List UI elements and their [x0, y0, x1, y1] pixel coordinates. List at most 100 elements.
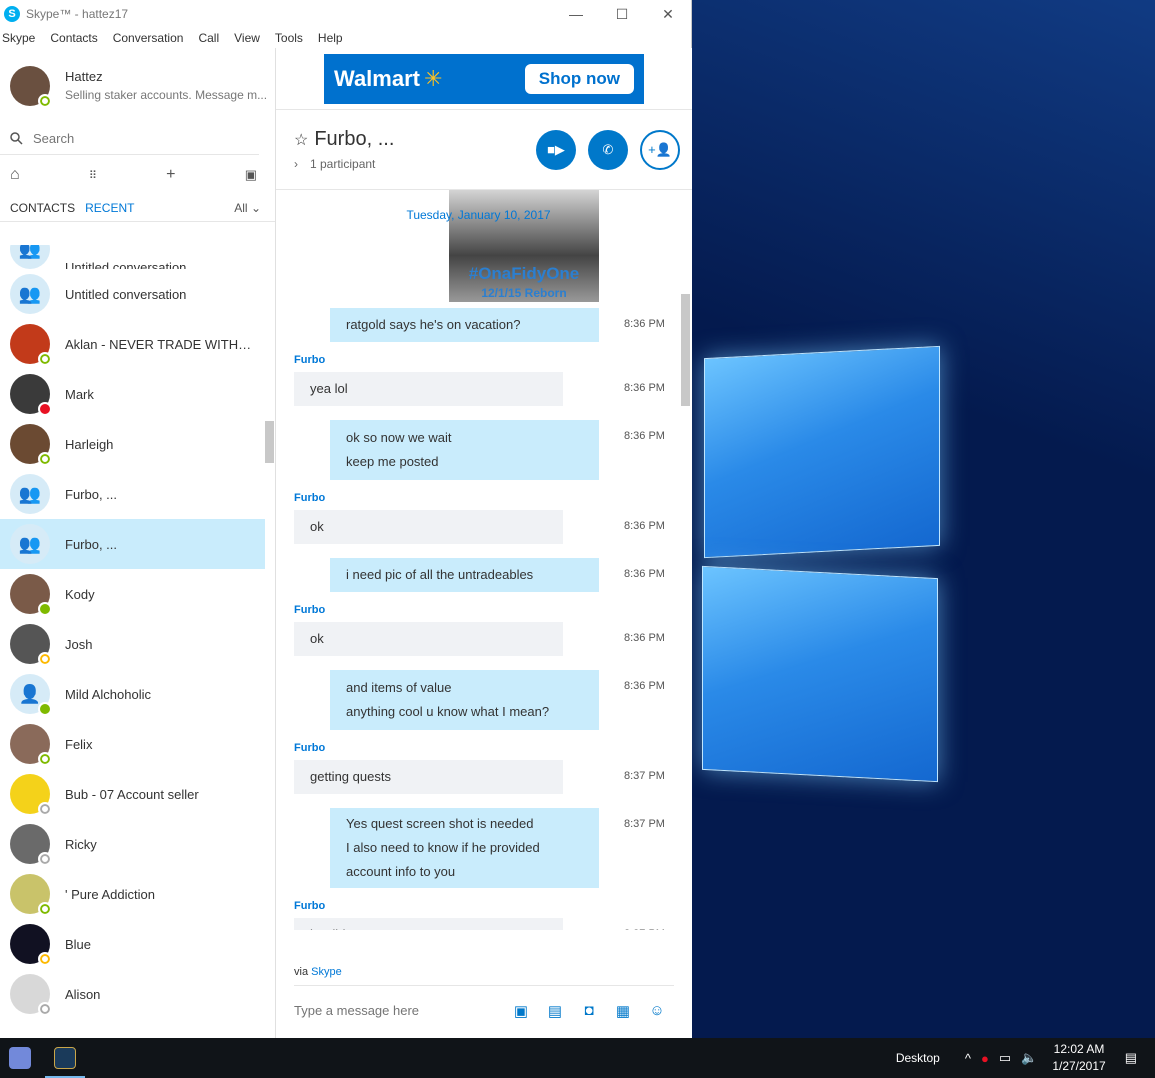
contact-row[interactable]: Blue — [0, 919, 265, 969]
avatar[interactable] — [10, 874, 52, 916]
avatar[interactable]: 👥 — [10, 245, 50, 269]
search-icon — [10, 132, 23, 145]
send-image-icon[interactable]: ▣ — [504, 1002, 538, 1020]
message-text: he didnt — [310, 923, 547, 930]
taskbar-discord[interactable] — [0, 1038, 40, 1078]
filter-dropdown[interactable]: All ⌄ — [234, 201, 261, 215]
online-fill-status-icon — [38, 602, 52, 616]
avatar[interactable]: 👥 — [10, 524, 50, 564]
profile-mood[interactable]: Selling staker accounts. Message m... — [65, 88, 267, 102]
ad-shop-button[interactable]: Shop now — [524, 63, 634, 94]
contact-row[interactable]: Mark — [0, 369, 265, 419]
sidebar-scrollbar[interactable] — [265, 421, 274, 463]
profile-card[interactable]: Hattez Selling staker accounts. Message … — [0, 48, 275, 123]
action-center-icon[interactable]: ▤ — [1125, 1050, 1137, 1066]
menu-view[interactable]: View — [234, 31, 260, 45]
avatar[interactable] — [10, 824, 52, 866]
menu-contacts[interactable]: Contacts — [50, 31, 97, 45]
incoming-message[interactable]: getting quests — [294, 760, 563, 794]
avatar[interactable] — [10, 574, 52, 616]
incoming-message[interactable]: ok — [294, 622, 563, 656]
avatar[interactable] — [10, 374, 52, 416]
avatar[interactable] — [10, 974, 52, 1016]
chevron-right-icon[interactable]: › — [294, 157, 298, 171]
message-text: I also need to know if he provided accou… — [346, 840, 540, 879]
menu-skype[interactable]: Skype — [2, 31, 35, 45]
outgoing-message[interactable]: ok so now we wait keep me posted — [330, 420, 599, 480]
contact-row[interactable]: Harleigh — [0, 419, 265, 469]
participant-count[interactable]: 1 participant — [310, 157, 375, 171]
message-input[interactable] — [294, 1003, 494, 1018]
menu-help[interactable]: Help — [318, 31, 343, 45]
send-file-icon[interactable]: ▤ — [538, 1002, 572, 1020]
ad-banner[interactable]: Walmart ✳ Shop now — [276, 48, 692, 110]
contact-row[interactable]: 👥 Untitled conversation — [0, 269, 265, 319]
shared-image[interactable]: #OnaFidyOne 12/1/15 Reborn — [449, 190, 599, 302]
contact-row[interactable]: ' Pure Addiction — [0, 869, 265, 919]
contact-row[interactable]: Aklan - NEVER TRADE WITHO... — [0, 319, 265, 369]
outgoing-message[interactable]: ratgold says he's on vacation? — [330, 308, 599, 342]
minimize-button[interactable]: — — [553, 0, 599, 28]
menu-call[interactable]: Call — [198, 31, 219, 45]
incoming-message[interactable]: yea lol — [294, 372, 563, 406]
tab-recent[interactable]: RECENT — [85, 201, 134, 215]
taskbar-league[interactable] — [45, 1038, 85, 1078]
group-icon: 👥 — [18, 483, 42, 504]
contact-row[interactable]: Bub - 07 Account seller — [0, 769, 265, 819]
avatar[interactable]: 👤 — [10, 674, 52, 716]
audio-call-button[interactable]: ✆ — [588, 129, 628, 170]
outgoing-message[interactable]: i need pic of all the untradeables — [330, 558, 599, 592]
compose-bar: ▣ ▤ ◘ ▦ ☺ — [294, 985, 674, 1035]
via-skype-link[interactable]: Skype — [311, 966, 342, 978]
avatar[interactable]: 👥 — [10, 274, 50, 314]
dialpad-icon[interactable]: ⠿ — [89, 169, 97, 182]
network-icon[interactable]: ▭ — [999, 1050, 1011, 1066]
contact-row[interactable]: 👥 Furbo, ... — [0, 469, 265, 519]
via-label: via Skype — [294, 966, 342, 978]
add-icon[interactable]: + — [166, 166, 175, 184]
contact-row[interactable]: Alison — [0, 969, 265, 1019]
avatar[interactable] — [10, 624, 52, 666]
outgoing-message[interactable]: and items of value anything cool u know w… — [330, 670, 599, 730]
menu-tools[interactable]: Tools — [275, 31, 303, 45]
avatar[interactable] — [10, 424, 52, 466]
avatar[interactable] — [10, 924, 52, 966]
contact-row[interactable]: 👤 Mild Alchoholic — [0, 669, 265, 719]
contact-row[interactable]: Kody — [0, 569, 265, 619]
avatar[interactable] — [10, 324, 52, 366]
video-message-icon[interactable]: ◘ — [572, 1002, 606, 1020]
avatar[interactable] — [10, 65, 52, 108]
avatar[interactable] — [10, 724, 52, 766]
contact-row[interactable]: Felix — [0, 719, 265, 769]
contact-row[interactable]: 👥 Untitled conversation — [0, 245, 265, 269]
close-button[interactable]: ✕ — [645, 0, 691, 28]
message-text: i need pic of all the untradeables — [346, 567, 534, 582]
clock[interactable]: 12:02 AM 1/27/2017 — [1052, 1041, 1105, 1075]
contact-row[interactable]: Josh — [0, 619, 265, 669]
bot-icon[interactable]: ▣ — [245, 167, 257, 183]
avatar[interactable] — [10, 774, 52, 816]
search-input[interactable] — [33, 131, 233, 146]
message-scrollbar[interactable] — [681, 294, 690, 406]
desktop-toolbar[interactable]: Desktop — [896, 1051, 940, 1065]
send-contact-icon[interactable]: ▦ — [606, 1002, 640, 1020]
contact-row[interactable]: 👥 Furbo, ... — [0, 519, 265, 569]
contact-row[interactable]: Ricky — [0, 819, 265, 869]
add-participant-button[interactable]: +👤 — [640, 129, 680, 170]
star-icon[interactable]: ☆ — [294, 132, 308, 149]
video-call-button[interactable]: ■▶ — [536, 129, 576, 170]
menu-conversation[interactable]: Conversation — [113, 31, 184, 45]
incoming-message[interactable]: he didnt — [294, 918, 563, 930]
emoticon-icon[interactable]: ☺ — [640, 1002, 674, 1020]
avatar[interactable]: 👥 — [10, 474, 50, 514]
maximize-button[interactable]: ☐ — [599, 0, 645, 28]
outgoing-message[interactable]: Yes quest screen shot is needed I also ne… — [330, 808, 599, 888]
volume-icon[interactable]: 🔈 — [1021, 1050, 1037, 1066]
antivirus-icon[interactable]: ● — [981, 1051, 989, 1066]
home-icon[interactable]: ⌂ — [10, 166, 20, 184]
incoming-message[interactable]: ok — [294, 510, 563, 544]
contact-name: Kody — [65, 586, 95, 602]
chevron-up-icon[interactable]: ^ — [965, 1051, 971, 1066]
message-sender: Furbo — [294, 604, 326, 616]
tab-contacts[interactable]: CONTACTS — [10, 201, 75, 215]
